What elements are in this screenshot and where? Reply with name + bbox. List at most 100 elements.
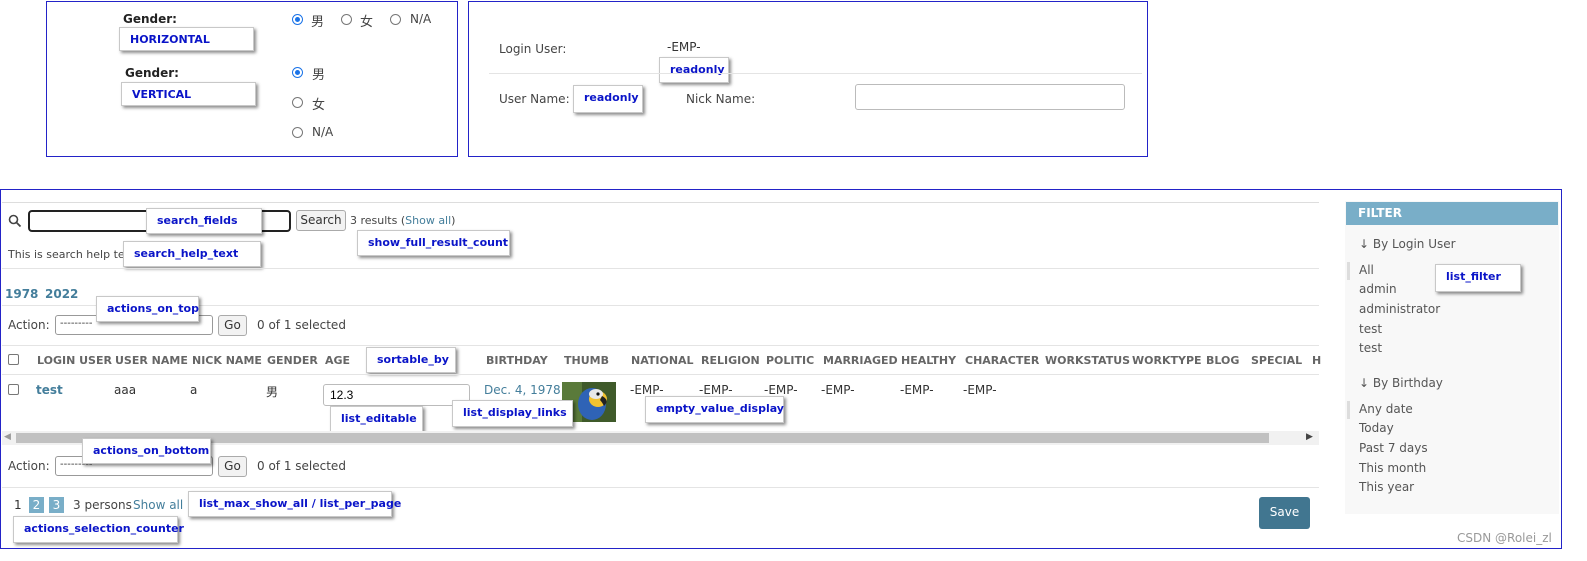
- filter-group-login-user-title: ↓ By Login User: [1359, 237, 1456, 251]
- gender-v-radio-female[interactable]: [292, 97, 303, 108]
- column-header-religion[interactable]: RELIGION: [701, 354, 760, 367]
- gender-label-horizontal: Gender:: [123, 12, 177, 26]
- gender-h-female-label: 女: [360, 15, 374, 30]
- cell-politic: -EMP-: [764, 383, 798, 397]
- filter-login-user-admin[interactable]: admin: [1359, 282, 1397, 296]
- user-panel: [468, 1, 1148, 157]
- date-hierarchy-border: [2, 305, 1319, 306]
- vertical-tag: VERTICAL: [121, 82, 256, 106]
- filter-login-user-all[interactable]: All: [1359, 263, 1374, 277]
- filter-birthday-today[interactable]: Today: [1359, 421, 1394, 435]
- toolbar-top-border: [2, 202, 1319, 203]
- list-filter-tag: list_filter: [1435, 264, 1521, 292]
- column-header-politic[interactable]: POLITIC: [766, 354, 814, 367]
- gender-v-male-label: 男: [312, 68, 326, 83]
- gender-label-vertical: Gender:: [125, 66, 179, 80]
- date-hierarchy-1978[interactable]: 1978: [5, 287, 38, 301]
- pagination-page-2[interactable]: 2: [29, 497, 44, 513]
- gender-v-radio-male[interactable]: [292, 67, 303, 78]
- cell-gender: 男: [266, 385, 279, 399]
- column-header-special[interactable]: SPECIAL: [1251, 354, 1302, 367]
- column-header-login-user[interactable]: LOGIN USER: [37, 354, 112, 367]
- gender-h-radio-na[interactable]: [390, 14, 401, 25]
- action-label-bottom: Action:: [8, 459, 50, 473]
- list-editable-tag: list_editable: [330, 406, 423, 433]
- filter-login-user-administrator[interactable]: administrator: [1359, 302, 1440, 316]
- go-button-top[interactable]: Go: [218, 315, 247, 336]
- column-header-character[interactable]: CHARACTER: [965, 354, 1039, 367]
- readonly-tag-username: readonly: [573, 85, 643, 113]
- pagination-count: 3 persons: [73, 498, 132, 512]
- user-name-label: User Name:: [499, 92, 570, 106]
- search-help-text-tag: search_help_text: [123, 241, 261, 267]
- select-all-checkbox[interactable]: [8, 354, 19, 365]
- column-header-healthy[interactable]: HEALTHY: [901, 354, 956, 367]
- column-header-nick-name[interactable]: NICK NAME: [192, 354, 262, 367]
- nick-name-input[interactable]: [855, 84, 1125, 110]
- list-max-show-all-tag: list_max_show_all / list_per_page: [188, 491, 401, 517]
- cell-national: -EMP-: [630, 383, 664, 397]
- column-header-workstatus[interactable]: WORKSTATUS: [1045, 354, 1130, 367]
- result-count-text: 3 results (: [350, 214, 406, 227]
- filter-birthday-this-year[interactable]: This year: [1359, 480, 1414, 494]
- gender-v-female-label: 女: [312, 98, 326, 113]
- scroll-right-arrow-icon[interactable]: ▶: [1306, 432, 1313, 442]
- column-header-national[interactable]: NATIONAL: [631, 354, 694, 367]
- column-header-gender[interactable]: GENDER: [267, 354, 318, 367]
- column-header-user-name[interactable]: USER NAME: [115, 354, 188, 367]
- table-top-border: [2, 345, 1319, 346]
- cell-user-name: aaa: [114, 383, 137, 397]
- column-header-birthday[interactable]: BIRTHDAY: [486, 354, 548, 367]
- toolbar-bottom-border: [2, 268, 1319, 269]
- filter-login-user-test-2[interactable]: test: [1359, 341, 1382, 355]
- column-header-age[interactable]: AGE: [325, 354, 350, 367]
- gender-h-male-label: 男: [311, 15, 325, 30]
- cell-marriaged: -EMP-: [821, 383, 855, 397]
- login-user-value: -EMP-: [667, 40, 701, 54]
- empty-value-display-tag: empty_value_display: [645, 396, 784, 423]
- action-label-top: Action:: [8, 318, 50, 332]
- cell-nick-name: a: [190, 383, 198, 397]
- gender-v-na-label: N/A: [312, 125, 334, 139]
- scroll-left-arrow-icon[interactable]: ◀: [4, 432, 11, 442]
- result-count-close: ): [451, 214, 456, 227]
- nick-name-label: Nick Name:: [686, 92, 756, 106]
- pagination-show-all[interactable]: Show all: [133, 498, 183, 512]
- search-button[interactable]: Search: [296, 210, 346, 231]
- age-input[interactable]: [323, 384, 470, 406]
- user-panel-divider: [489, 73, 1142, 74]
- pagination-current-page: 1: [14, 498, 22, 512]
- selection-counter-bottom: 0 of 1 selected: [257, 459, 346, 473]
- list-display-links-tag: list_display_links: [452, 400, 573, 427]
- column-header-worktype[interactable]: WORKTYPE: [1132, 354, 1202, 367]
- date-hierarchy-2022[interactable]: 2022: [45, 287, 78, 301]
- column-header-marriaged[interactable]: MARRIAGED: [823, 354, 898, 367]
- watermark: CSDN @Rolei_zl: [1457, 531, 1552, 545]
- filter-group-birthday-title: ↓ By Birthday: [1359, 376, 1443, 390]
- column-header-thumb[interactable]: THUMB: [564, 354, 609, 367]
- cell-login-user[interactable]: test: [36, 383, 63, 397]
- actions-on-top-tag: actions_on_top: [96, 296, 199, 322]
- show-all-link[interactable]: Show all: [405, 214, 451, 227]
- filter-active-indicator-1: [1347, 262, 1350, 280]
- filter-header: FILTER: [1346, 202, 1558, 225]
- search-help-text: This is search help text.: [8, 248, 139, 261]
- gender-h-na-label: N/A: [410, 12, 432, 26]
- filter-birthday-past-7-days[interactable]: Past 7 days: [1359, 441, 1428, 455]
- filter-active-indicator-2: [1347, 401, 1350, 419]
- pagination-page-3[interactable]: 3: [49, 497, 64, 513]
- cell-birthday[interactable]: Dec. 4, 1978: [484, 383, 561, 397]
- filter-birthday-this-month[interactable]: This month: [1359, 461, 1426, 475]
- filter-birthday-any-date[interactable]: Any date: [1359, 402, 1413, 416]
- save-button[interactable]: Save: [1259, 497, 1310, 529]
- search-fields-tag: search_fields: [146, 208, 262, 234]
- gender-v-radio-na[interactable]: [292, 127, 303, 138]
- table-header-border: [2, 374, 1319, 375]
- gender-h-radio-female[interactable]: [341, 14, 352, 25]
- row-checkbox[interactable]: [8, 384, 19, 395]
- go-button-bottom[interactable]: Go: [218, 456, 247, 477]
- filter-login-user-test-1[interactable]: test: [1359, 322, 1382, 336]
- column-header-h[interactable]: H: [1312, 354, 1321, 367]
- gender-h-radio-male[interactable]: [292, 14, 303, 25]
- column-header-blog[interactable]: BLOG: [1206, 354, 1239, 367]
